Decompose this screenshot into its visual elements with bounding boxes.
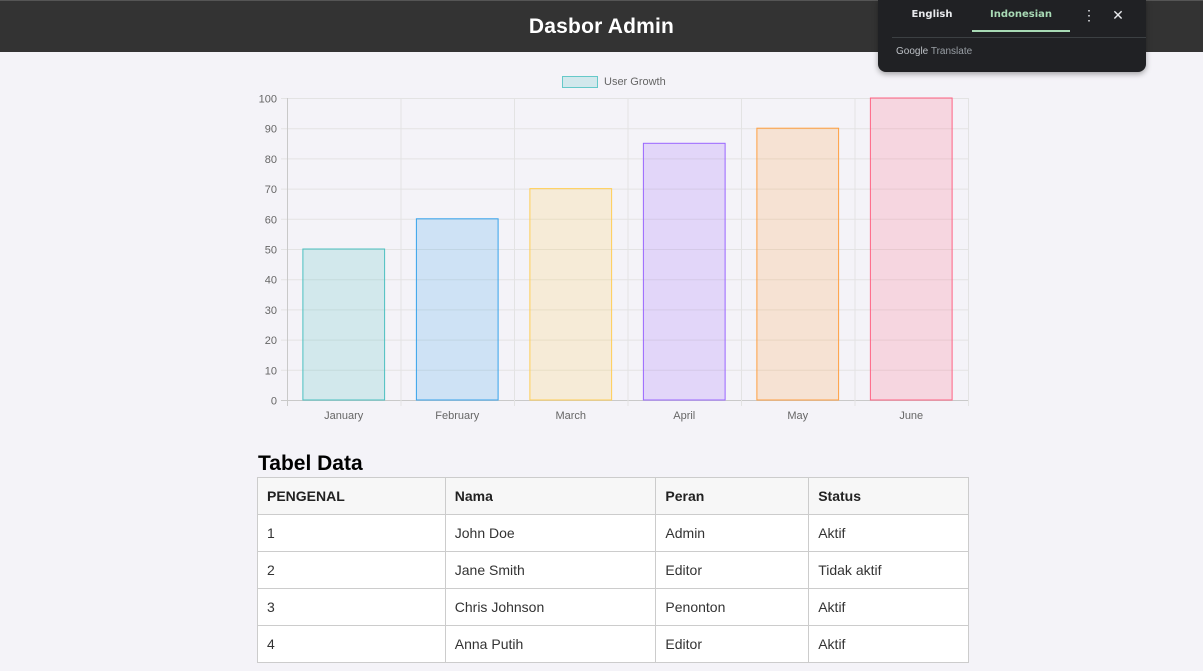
y-tick-label: 50	[265, 245, 277, 257]
page-title: Dasbor Admin	[528, 14, 675, 38]
cell-id: 1	[257, 514, 446, 552]
x-tick-label: March	[555, 410, 586, 422]
cell-id: 3	[257, 588, 446, 626]
translate-tabs: English Indonesian	[892, 0, 1146, 38]
y-tick-label: 10	[265, 365, 277, 377]
x-tick-label: January	[324, 410, 364, 422]
cell-id: 4	[257, 625, 446, 663]
cell-role: Penonton	[655, 588, 810, 626]
brand-google: Google	[896, 46, 929, 57]
tab-english[interactable]: English	[892, 0, 972, 30]
chart-canvas: 0 10 20 30 40 50 60 70 80 90 100 January February Mar…	[259, 94, 969, 422]
cell-name: Jane Smith	[444, 551, 657, 589]
x-tick-label: April	[673, 410, 695, 422]
cell-name: Anna Putih	[444, 625, 657, 663]
data-table: PENGENAL Nama Peran Status 1 John Doe Ad…	[257, 477, 969, 663]
x-tick-label: February	[435, 410, 480, 422]
table-title: Tabel Data	[258, 452, 363, 475]
user-growth-chart: User Growth 0 10 20 30 40 50 60 70 80 90 100 Januar…	[250, 70, 980, 430]
y-tick-label: 40	[265, 275, 277, 287]
brand-translate: Translate	[930, 46, 973, 57]
y-tick-label: 70	[265, 184, 277, 196]
bar	[302, 248, 386, 401]
table-row: 3 Chris Johnson Penonton Aktif	[257, 588, 969, 626]
y-tick-label: 60	[265, 214, 277, 226]
x-tick-label: June	[899, 410, 923, 422]
column-header-name: Nama	[444, 477, 657, 515]
cell-role: Editor	[655, 625, 810, 663]
column-header-id: PENGENAL	[257, 477, 446, 515]
bar	[415, 218, 499, 401]
table-row: 1 John Doe Admin Aktif	[257, 514, 969, 552]
google-translate-popup: English Indonesian ⋮ ✕ Google Translate	[878, 0, 1146, 72]
y-tick-label: 80	[265, 154, 277, 166]
table-header-row: PENGENAL Nama Peran Status	[257, 477, 969, 515]
y-tick-label: 0	[271, 396, 277, 408]
google-translate-brand: Google Translate	[896, 46, 972, 57]
column-header-status: Status	[808, 477, 969, 515]
y-tick-label: 90	[265, 124, 277, 136]
cell-id: 2	[257, 551, 446, 589]
column-header-role: Peran	[655, 477, 810, 515]
table-row: 4 Anna Putih Editor Aktif	[257, 625, 969, 663]
bar	[756, 127, 840, 401]
bar	[869, 97, 953, 401]
cell-status: Tidak aktif	[808, 551, 969, 589]
bar	[642, 142, 726, 401]
tab-indonesian[interactable]: Indonesian	[972, 0, 1070, 32]
cell-status: Aktif	[808, 588, 969, 626]
more-vert-icon[interactable]: ⋮	[1082, 6, 1096, 24]
cell-role: Admin	[655, 514, 810, 552]
close-icon[interactable]: ✕	[1110, 6, 1126, 24]
x-tick-label: May	[787, 410, 808, 422]
cell-name: John Doe	[444, 514, 657, 552]
y-tick-label: 30	[265, 305, 277, 317]
cell-status: Aktif	[808, 625, 969, 663]
cell-name: Chris Johnson	[444, 588, 657, 626]
table-row: 2 Jane Smith Editor Tidak aktif	[257, 551, 969, 589]
cell-status: Aktif	[808, 514, 969, 552]
cell-role: Editor	[655, 551, 810, 589]
y-tick-label: 100	[259, 94, 277, 106]
y-tick-label: 20	[265, 335, 277, 347]
bar	[529, 188, 613, 401]
